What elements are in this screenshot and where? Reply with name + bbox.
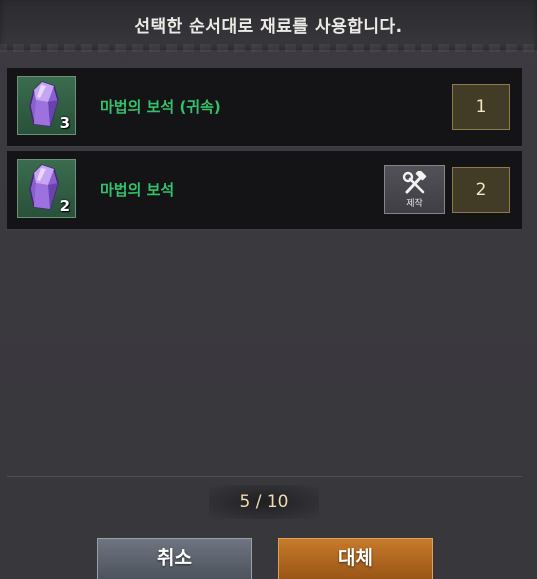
header-title: 선택한 순서대로 재료를 사용합니다. xyxy=(134,17,403,37)
cancel-button[interactable]: 취소 xyxy=(97,538,252,579)
craft-label: 제작 xyxy=(406,199,423,209)
item-count: 2 xyxy=(59,197,70,215)
header-bar: 선택한 순서대로 재료를 사용합니다. xyxy=(0,0,537,52)
item-count: 3 xyxy=(59,114,70,132)
selection-order-badge: 1 xyxy=(452,84,510,130)
purple-gem-icon xyxy=(29,81,59,127)
craft-button[interactable]: 제작 xyxy=(384,165,445,214)
hammer-wrench-icon xyxy=(402,171,427,194)
selection-order-badge: 2 xyxy=(452,167,510,213)
replace-button[interactable]: 대체 xyxy=(278,538,433,579)
item-slot: 3 xyxy=(17,76,76,135)
purple-gem-icon xyxy=(29,164,59,210)
item-name: 마법의 보석 (귀속) xyxy=(100,98,221,116)
material-row[interactable]: 3 마법의 보석 (귀속) 1 xyxy=(7,68,522,146)
material-row[interactable]: 2 마법의 보석 제작 2 xyxy=(7,151,522,229)
material-selection-window: 선택한 순서대로 재료를 사용합니다. 3 마법의 보석 (귀속) 1 2 마법… xyxy=(0,0,537,579)
item-name: 마법의 보석 xyxy=(100,181,175,199)
item-slot: 2 xyxy=(17,159,76,218)
header-decoration xyxy=(0,44,537,52)
divider xyxy=(7,476,522,477)
page-indicator: 5 / 10 xyxy=(209,485,319,519)
